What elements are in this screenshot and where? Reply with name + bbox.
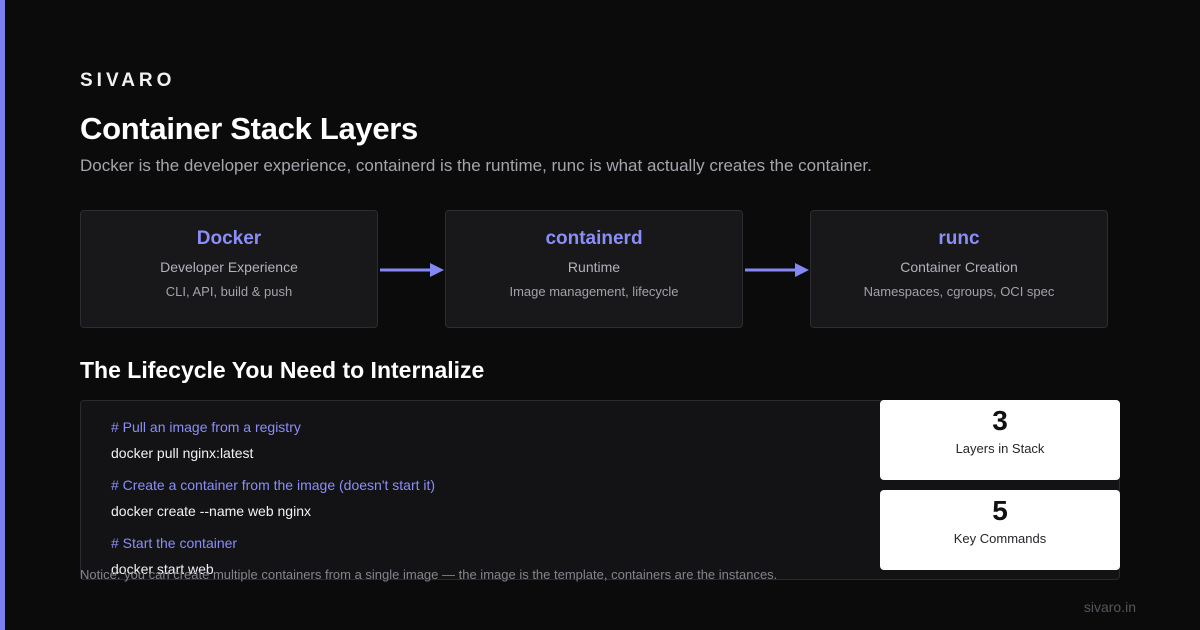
stat-value: 3	[992, 405, 1008, 436]
arrow-right-icon	[745, 263, 809, 277]
stat-label: Layers in Stack	[955, 441, 1045, 456]
arrow-right-icon	[380, 263, 444, 277]
stat-card-layers: 3 Layers in Stack	[880, 400, 1120, 480]
notice-text: Notice: you can create multiple containe…	[80, 567, 778, 582]
brand-logo-text: SIVARO	[80, 70, 176, 91]
code-command: docker create --name web nginx	[111, 503, 311, 519]
code-comment: # Start the container	[111, 535, 238, 551]
layer-name: containerd	[545, 228, 643, 249]
stat-value: 5	[992, 495, 1008, 526]
accent-bar	[0, 0, 5, 630]
page-title: Container Stack Layers	[80, 111, 418, 146]
layer-role: Developer Experience	[160, 259, 298, 275]
layer-box-runc: runc Container Creation Namespaces, cgro…	[810, 210, 1108, 328]
stat-label: Key Commands	[953, 531, 1047, 546]
code-comment: # Pull an image from a registry	[111, 419, 301, 435]
code-comment: # Create a container from the image (doe…	[111, 477, 436, 493]
section-title: The Lifecycle You Need to Internalize	[80, 357, 485, 383]
layer-role: Container Creation	[900, 259, 1018, 275]
layer-detail: Namespaces, cgroups, OCI spec	[863, 284, 1055, 299]
page-subtitle: Docker is the developer experience, cont…	[80, 156, 872, 175]
layer-name: runc	[938, 228, 980, 249]
layer-detail: Image management, lifecycle	[509, 284, 679, 299]
layer-role: Runtime	[567, 259, 621, 275]
layer-box-containerd: containerd Runtime Image management, lif…	[445, 210, 743, 328]
layer-name: Docker	[196, 228, 262, 249]
layer-box-docker: Docker Developer Experience CLI, API, bu…	[80, 210, 378, 328]
layer-detail: CLI, API, build & push	[165, 284, 293, 299]
stat-card-commands: 5 Key Commands	[880, 490, 1120, 570]
code-command: docker pull nginx:latest	[111, 445, 254, 461]
footer-url[interactable]: sivaro.in	[1084, 599, 1136, 615]
